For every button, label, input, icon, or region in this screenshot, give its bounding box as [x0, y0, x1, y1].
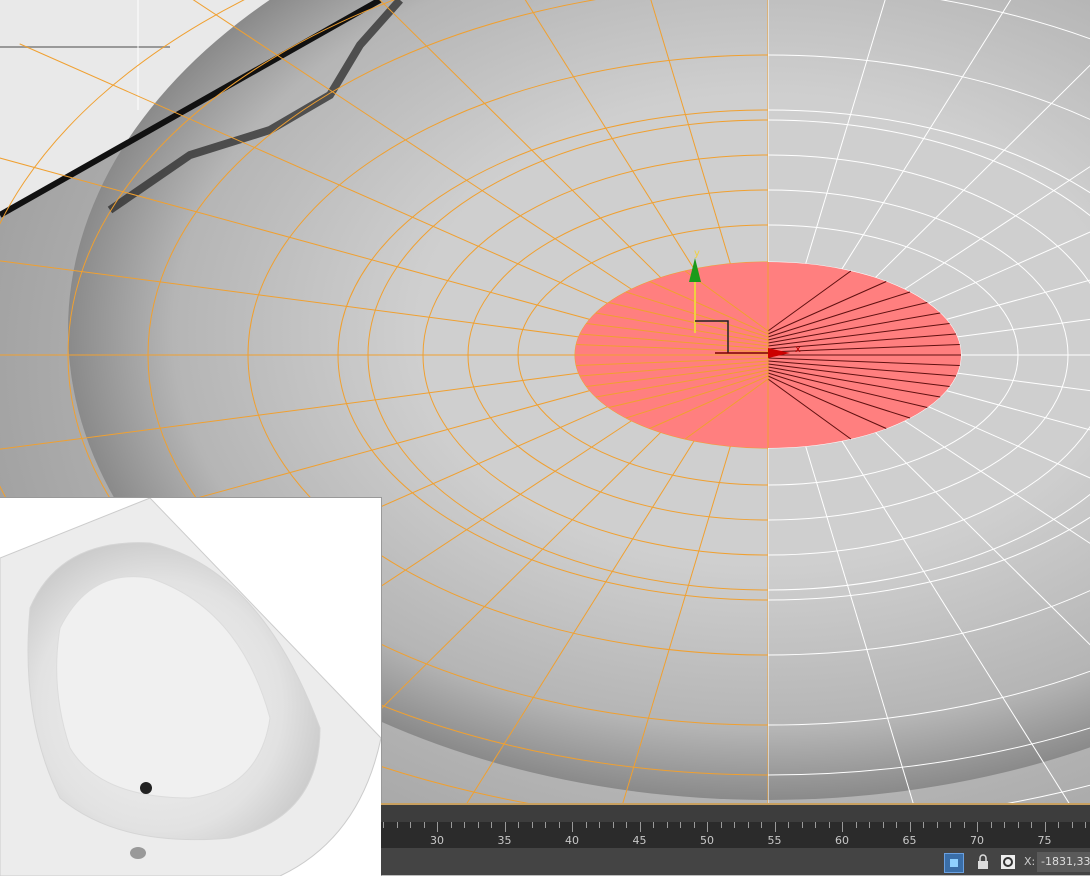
- timeline-tick: [1058, 822, 1059, 828]
- timeline-tick: [747, 822, 749, 828]
- timeline-tick: [828, 822, 830, 828]
- timeline-tick: [1031, 822, 1032, 828]
- timeline-tick: [909, 822, 911, 832]
- timeline-tick: [599, 822, 600, 828]
- timeline-tick: [504, 822, 506, 832]
- timeline-tick: [410, 822, 411, 828]
- timeline-label: 65: [902, 834, 917, 847]
- timeline-tick: [1085, 822, 1086, 828]
- timeline-tick: [855, 822, 857, 828]
- timeline-tick: [707, 822, 708, 832]
- selection-lock-icon[interactable]: [944, 853, 964, 873]
- timeline-tick: [734, 822, 735, 828]
- timeline-tick: [761, 822, 762, 828]
- timeline-tick: [936, 822, 938, 828]
- timeline-label: 30: [430, 834, 444, 847]
- timeline-tick: [720, 822, 722, 828]
- timeline-tick: [585, 822, 587, 828]
- timeline-tick: [896, 822, 897, 828]
- timeline-tick: [869, 822, 870, 828]
- timeline-label: 75: [1037, 834, 1052, 847]
- timeline-tick: [923, 822, 924, 828]
- timeline-tick: [383, 822, 384, 828]
- timeline-tick: [963, 822, 965, 828]
- timeline-tick: [977, 822, 978, 832]
- timeline-tick: [1071, 822, 1073, 828]
- timeline-tick: [693, 822, 695, 828]
- x-coordinate-field[interactable]: -1831,334: [1037, 852, 1090, 872]
- bathtub-photo: [0, 498, 381, 876]
- timeline-tick: [990, 822, 992, 828]
- track-bar[interactable]: [381, 803, 1090, 822]
- timeline-tick: [558, 822, 560, 828]
- overflow-icon: [130, 847, 146, 859]
- timeline-label: 40: [565, 834, 579, 847]
- timeline-label: 55: [767, 834, 782, 847]
- timeline-tick: [477, 822, 479, 828]
- timeline-tick: [815, 822, 816, 828]
- timeline-tick: [572, 822, 573, 832]
- timeline-label: 35: [497, 834, 512, 847]
- timeline-tick: [653, 822, 654, 828]
- timeline-tick: [396, 822, 398, 828]
- timeline-tick: [450, 822, 452, 828]
- timeline-tick: [882, 822, 884, 828]
- timeline-tick: [801, 822, 803, 828]
- timeline-tick: [680, 822, 681, 828]
- x-coordinate-label: X:: [1024, 855, 1036, 868]
- reference-photo: [0, 497, 382, 876]
- timeline-tick: [666, 822, 668, 828]
- timeline-tick: [788, 822, 789, 828]
- timeline-tick: [842, 822, 843, 832]
- timeline-tick: [626, 822, 627, 828]
- timeline-tick: [491, 822, 492, 828]
- timeline-tick: [1017, 822, 1019, 828]
- x-axis-label: x: [795, 344, 801, 355]
- timeline-label: 70: [970, 834, 984, 847]
- timeline-tick: [518, 822, 519, 828]
- timeline-tick: [639, 822, 641, 832]
- timeline-tick: [1004, 822, 1005, 828]
- timeline-tick: [531, 822, 533, 828]
- drain-icon: [140, 782, 152, 794]
- timeline-label: 45: [632, 834, 647, 847]
- timeline-tick: [950, 822, 951, 828]
- status-bar: [381, 848, 1090, 875]
- timeline-label: 60: [835, 834, 849, 847]
- lock-icon[interactable]: [974, 853, 992, 871]
- timeline-tick: [423, 822, 425, 828]
- timeline-tick: [1044, 822, 1046, 832]
- timeline-tick: [464, 822, 465, 828]
- time-ruler[interactable]: 30 35 40 45 50 55 60 65 70 75: [381, 822, 1090, 848]
- timeline-label: 50: [700, 834, 714, 847]
- timeline-tick: [545, 822, 546, 828]
- timeline-tick: [774, 822, 776, 832]
- timeline-tick: [437, 822, 438, 832]
- absolute-mode-icon[interactable]: [999, 853, 1017, 871]
- timeline-tick: [612, 822, 614, 828]
- y-axis-label: y: [694, 248, 700, 259]
